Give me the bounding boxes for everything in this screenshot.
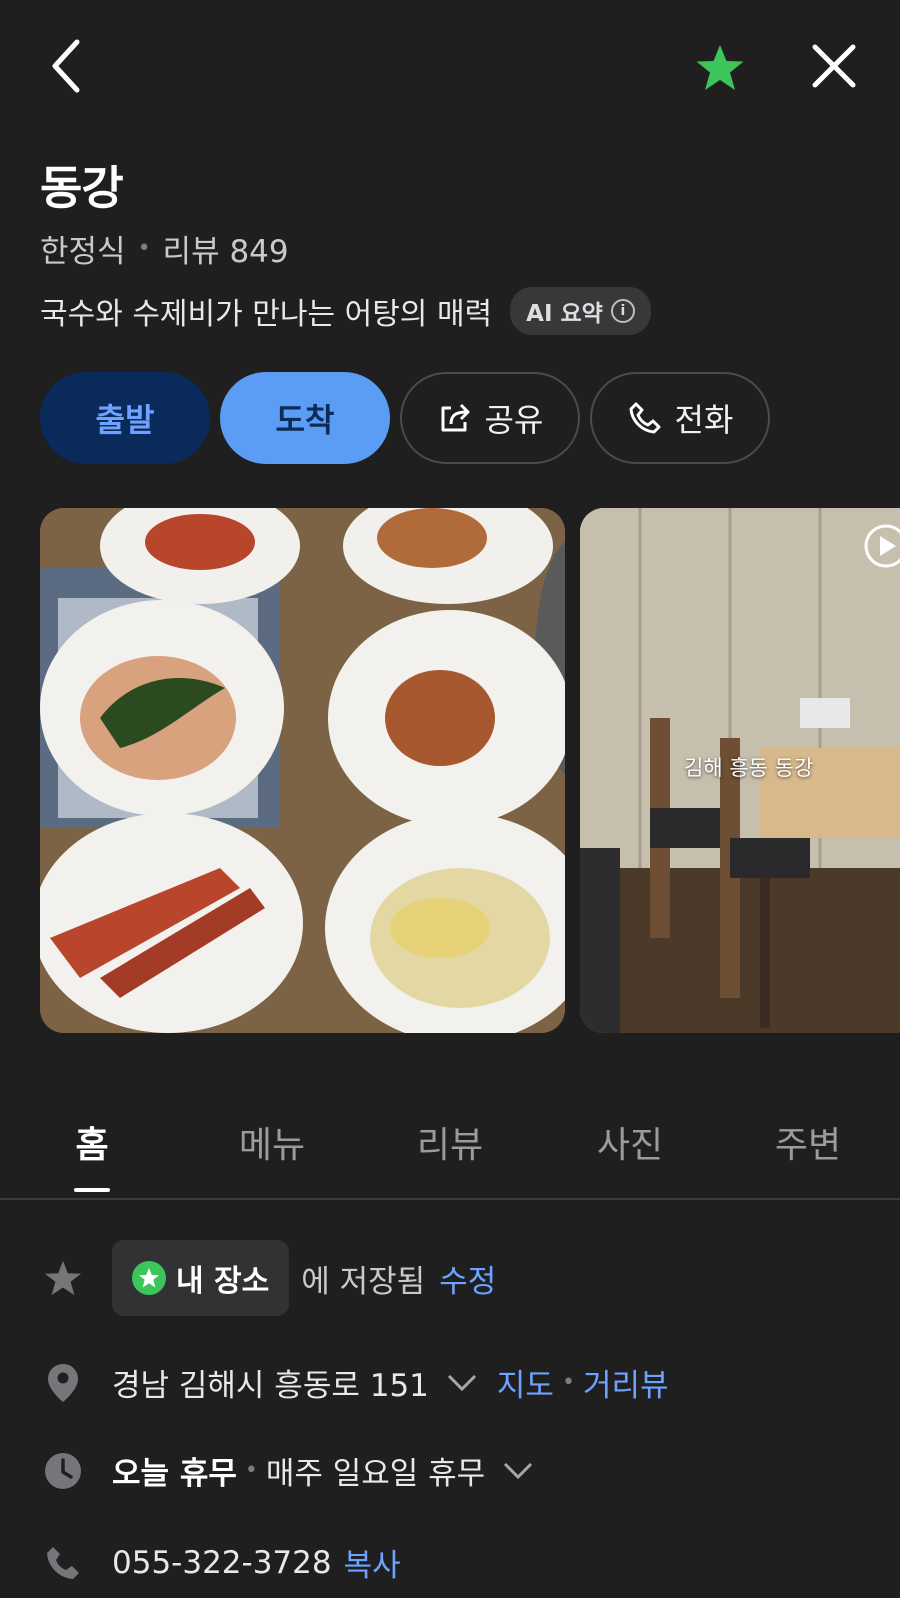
photo-side-dishes[interactable]: [40, 508, 565, 1033]
phone-number[interactable]: 055-322-3728: [112, 1545, 332, 1581]
ai-summary-badge[interactable]: AI 요약 i: [510, 287, 651, 335]
tab-reviews[interactable]: 리뷰: [380, 1116, 520, 1168]
side-dishes-image: [40, 508, 565, 1033]
address-text: 경남 김해시 흥동로 151: [112, 1368, 429, 1404]
place-category: 한정식: [40, 234, 126, 270]
back-button[interactable]: [36, 36, 96, 96]
map-link[interactable]: 지도: [497, 1360, 554, 1405]
tab-nearby[interactable]: 주변: [738, 1116, 878, 1168]
close-icon: [812, 44, 856, 88]
clock-icon: [44, 1451, 82, 1491]
place-summary: 국수와 수제비가 만나는 어탕의 매력: [40, 297, 493, 332]
streetview-link[interactable]: 거리뷰: [583, 1360, 669, 1405]
call-button[interactable]: 전화: [590, 372, 770, 464]
link-separator: •: [561, 1370, 575, 1395]
meta-separator: •: [137, 236, 151, 261]
info-icon: i: [610, 299, 635, 323]
tab-photos[interactable]: 사진: [560, 1116, 700, 1168]
share-button[interactable]: 공유: [400, 372, 580, 464]
photo-caption: 김해 흥동 동강: [684, 756, 814, 780]
tab-divider: [0, 1198, 900, 1200]
phone-icon: [629, 402, 661, 434]
hours-separator: •: [244, 1458, 258, 1483]
close-button[interactable]: [804, 36, 864, 96]
place-name: 동강: [40, 161, 124, 215]
tab-bar: 홈 메뉴 리뷰 사진 주변: [0, 1104, 900, 1200]
tab-home[interactable]: 홈: [22, 1116, 162, 1168]
address-expand-icon[interactable]: [447, 1374, 477, 1392]
ai-summary-label: AI 요약: [526, 301, 603, 327]
call-label: 전화: [674, 401, 734, 439]
place-summary-row: 국수와 수제비가 만나는 어탕의 매력 AI 요약 i: [40, 287, 651, 335]
hours-detail: 매주 일요일 휴무: [265, 1456, 486, 1492]
depart-label: 출발: [95, 401, 155, 439]
saved-list-chip[interactable]: 내 장소: [112, 1240, 290, 1316]
active-tab-indicator: [74, 1188, 110, 1192]
address-row: 경남 김해시 흥동로 151 지도 • 거리뷰: [44, 1360, 669, 1405]
place-meta: 한정식 • 리뷰 849: [40, 226, 289, 271]
phone-row: 055-322-3728 복사: [44, 1540, 401, 1585]
saved-list-label: 내 장소: [176, 1264, 270, 1299]
depart-button[interactable]: 출발: [40, 372, 210, 464]
share-icon: [441, 403, 470, 432]
review-count-link[interactable]: 리뷰 849: [163, 226, 289, 271]
location-pin-icon: [44, 1363, 82, 1403]
photo-interior[interactable]: 김해 흥동 동강: [580, 508, 900, 1033]
star-outline-icon: [44, 1258, 82, 1298]
copy-link[interactable]: 복사: [344, 1540, 401, 1585]
phone-icon: [44, 1543, 82, 1583]
arrive-label: 도착: [275, 401, 335, 439]
hours-expand-icon[interactable]: [503, 1462, 533, 1480]
saved-text: 에 저장됨: [301, 1263, 426, 1300]
hours-status: 오늘 휴무: [112, 1456, 237, 1492]
share-label: 공유: [484, 401, 544, 439]
saved-row: 내 장소 에 저장됨 수정: [44, 1240, 496, 1316]
star-icon: [696, 45, 744, 90]
edit-link[interactable]: 수정: [439, 1256, 496, 1301]
favorite-button[interactable]: [690, 38, 750, 98]
chevron-left-icon: [52, 39, 80, 93]
tab-menu[interactable]: 메뉴: [202, 1116, 342, 1168]
green-star-icon: [132, 1261, 166, 1295]
arrive-button[interactable]: 도착: [220, 372, 390, 464]
hours-row: 오늘 휴무 • 매주 일요일 휴무: [44, 1448, 533, 1493]
